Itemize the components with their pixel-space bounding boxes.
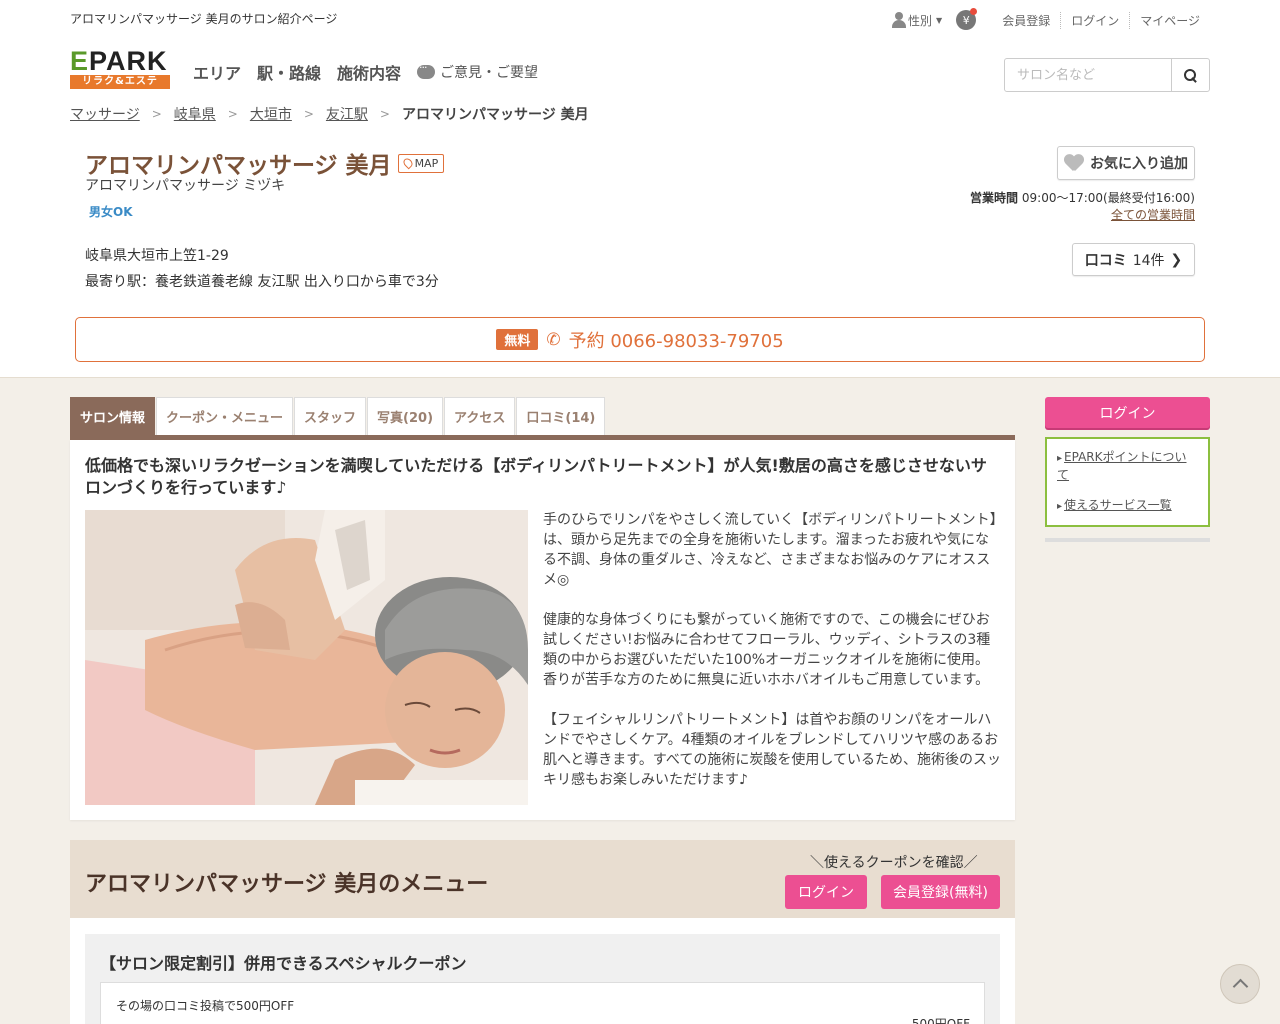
top-nav: 性別 ▼ ¥ 会員登録 ログイン マイページ — [892, 8, 1210, 30]
massage-photo-illustration — [85, 510, 528, 805]
breadcrumb-ogaki[interactable]: 大垣市 — [250, 104, 292, 124]
coupon-check-note: ＼使えるクーポンを確認／ — [810, 855, 978, 871]
free-badge: 無料 — [496, 329, 539, 350]
map-label: MAP — [414, 156, 439, 170]
gender-selector[interactable]: 性別 ▼ — [892, 12, 942, 29]
nav-area[interactable]: エリア — [193, 60, 241, 84]
main-nav: エリア 駅・路線 施術内容 ご意見・ご要望 — [193, 60, 538, 84]
chevron-right-icon: ❯ — [1170, 251, 1183, 268]
person-icon — [892, 12, 907, 28]
salon-tabs: サロン情報 クーポン・メニュー スタッフ 写真(20) アクセス 口コミ(14) — [70, 397, 606, 435]
logo-main-rest: PARK — [89, 46, 168, 76]
speech-bubble-icon — [417, 61, 436, 79]
tab-access[interactable]: アクセス — [444, 397, 516, 435]
salon-kana: アロマリンパマッサージ ミヅキ — [85, 178, 286, 194]
review-label: 口コミ — [1084, 252, 1127, 269]
sidebar-divider — [1045, 538, 1210, 542]
tab-staff[interactable]: スタッフ — [294, 397, 367, 435]
breadcrumb-separator: > — [227, 107, 238, 121]
coupon-section-title: 【サロン限定割引】併用できるスペシャルクーポン — [100, 954, 467, 973]
coupon-panel: 【サロン限定割引】併用できるスペシャルクーポン その場の口コミ投稿で500円OF… — [85, 934, 1000, 1024]
salon-description: 手のひらでリンパをやさしく流していく【ボディリンパトリートメント】は、頭から足先… — [543, 510, 1001, 810]
map-button[interactable]: MAP — [397, 153, 445, 173]
breadcrumb-separator: > — [379, 107, 390, 121]
chevron-up-icon — [1232, 978, 1248, 995]
breadcrumb-massage[interactable]: マッサージ — [70, 104, 140, 124]
top-strip: アロマリンパマッサージ 美月のサロン紹介ページ 性別 ▼ ¥ 会員登録 ログイン… — [0, 0, 1280, 40]
logo-main: EPARK — [70, 46, 168, 76]
search-input[interactable] — [1005, 59, 1171, 91]
menu-header: アロマリンパマッサージ 美月のメニュー ＼使えるクーポンを確認／ ログイン 会員… — [70, 840, 1015, 918]
menu-register-button[interactable]: 会員登録(無料) — [881, 875, 1000, 909]
yen-icon[interactable]: ¥ — [956, 8, 978, 30]
phone-reserve-button[interactable]: 無料 ✆ 予約 0066-98033-79705 — [75, 317, 1205, 362]
menu-title: アロマリンパマッサージ 美月のメニュー — [85, 872, 489, 897]
tab-photos[interactable]: 写真(20) — [367, 397, 444, 435]
tab-reviews[interactable]: 口コミ(14) — [516, 397, 606, 435]
nav-opinion-label: ご意見・ご要望 — [440, 65, 539, 81]
breadcrumb-gifu[interactable]: 岐阜県 — [174, 104, 216, 124]
coupon-item[interactable]: その場の口コミ投稿で500円OFF 500円OFF — [100, 982, 985, 1024]
mypage-link[interactable]: マイページ — [1129, 11, 1210, 29]
epark-points-link[interactable]: EPARKポイントについて — [1057, 449, 1198, 483]
register-link[interactable]: 会員登録 — [992, 12, 1060, 29]
breadcrumb-tomoe-station[interactable]: 友江駅 — [326, 104, 368, 124]
sidebar-points-box: EPARKポイントについて 使えるサービス一覧 — [1045, 437, 1210, 527]
description-paragraph: 健康的な身体づくりにも繋がっていく施術ですので、この機会にぜひお試しください!お… — [543, 612, 991, 688]
description-paragraph: 手のひらでリンパをやさしく流していく【ボディリンパトリートメント】は、頭から足先… — [543, 512, 997, 588]
search-button[interactable] — [1171, 59, 1209, 91]
description-paragraph: 【フェイシャルリンパトリートメント】は首やお顔のリンパをオールハンドでやさしくケ… — [543, 712, 1001, 788]
hours-value: 09:00～17:00(最終受付16:00) — [1021, 191, 1195, 205]
notification-dot — [970, 8, 978, 15]
salon-info-card: 低価格でも深いリラクゼーションを満喫していただける【ボディリンパトリートメント】… — [70, 440, 1015, 820]
scroll-to-top-button[interactable] — [1220, 964, 1260, 1004]
salon-address: 岐阜県大垣市上笠1-29 — [85, 248, 229, 264]
sidebar-login-button[interactable]: ログイン — [1045, 397, 1210, 428]
tab-coupon-menu[interactable]: クーポン・メニュー — [156, 397, 294, 435]
hours-label: 営業時間 — [970, 191, 1019, 205]
heart-icon — [1064, 155, 1084, 171]
search-icon — [1184, 68, 1197, 82]
favorite-label: お気に入り追加 — [1090, 156, 1188, 172]
nearest-station: 最寄り駅：養老鉄道養老線 友江駅 出入り口から車で3分 — [85, 274, 439, 290]
search-box — [1004, 58, 1210, 92]
salon-catchcopy: 低価格でも深いリラクゼーションを満喫していただける【ボディリンパトリートメント】… — [85, 456, 987, 497]
nav-opinion[interactable]: ご意見・ご要望 — [417, 61, 539, 82]
map-pin-icon — [401, 156, 414, 170]
business-hours: 営業時間 09:00～17:00(最終受付16:00) 全ての営業時間 — [970, 190, 1195, 224]
coupon-item-value: 500円OFF — [911, 1017, 970, 1024]
epark-logo[interactable]: EPARK リラク&エステ — [70, 48, 170, 90]
salon-photo — [85, 510, 528, 805]
page-tagline: アロマリンパマッサージ 美月のサロン紹介ページ — [70, 12, 338, 26]
phone-reserve-text: 予約 0066-98033-79705 — [568, 330, 784, 352]
review-count: 14件 — [1132, 252, 1165, 269]
phone-icon: ✆ — [546, 329, 561, 350]
tab-salon-info[interactable]: サロン情報 — [70, 397, 156, 435]
logo-sub: リラク&エステ — [70, 75, 170, 89]
menu-login-button[interactable]: ログイン — [785, 875, 867, 909]
coupon-area: 【サロン限定割引】併用できるスペシャルクーポン その場の口コミ投稿で500円OF… — [70, 918, 1015, 1024]
gender-label: 性別 — [908, 13, 933, 28]
reviews-button[interactable]: 口コミ 14件 ❯ — [1072, 243, 1195, 276]
gender-ok-badge: 男女OK — [89, 205, 133, 219]
login-link[interactable]: ログイン — [1060, 11, 1129, 29]
available-services-link[interactable]: 使えるサービス一覧 — [1057, 497, 1198, 515]
all-hours-link[interactable]: 全ての営業時間 — [1111, 208, 1195, 222]
breadcrumb-separator: > — [151, 107, 162, 121]
breadcrumb-separator: > — [303, 107, 314, 121]
add-favorite-button[interactable]: お気に入り追加 — [1057, 146, 1195, 180]
breadcrumb-current: アロマリンパマッサージ 美月 — [401, 107, 589, 123]
nav-station[interactable]: 駅・路線 — [257, 60, 321, 84]
breadcrumb: マッサージ > 岐阜県 > 大垣市 > 友江駅 > アロマリンパマッサージ 美月 — [70, 104, 589, 124]
caret-down-icon: ▼ — [936, 15, 943, 25]
coupon-item-title: その場の口コミ投稿で500円OFF — [116, 999, 295, 1013]
nav-treatment[interactable]: 施術内容 — [337, 60, 401, 84]
salon-address-block: 岐阜県大垣市上笠1-29 最寄り駅：養老鉄道養老線 友江駅 出入り口から車で3分 — [85, 243, 439, 295]
